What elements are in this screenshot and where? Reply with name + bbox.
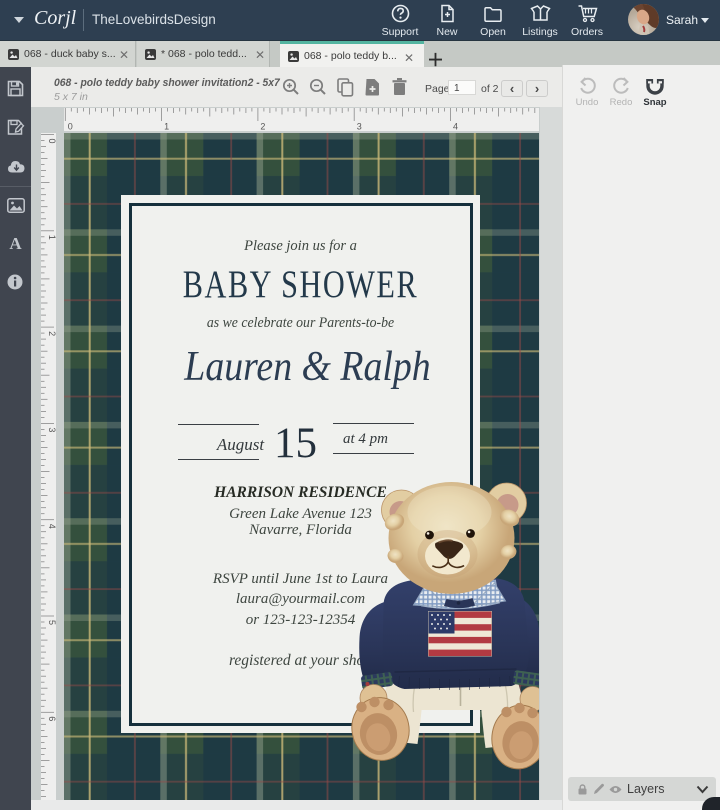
svg-text:4: 4 — [47, 524, 56, 529]
svg-text:4: 4 — [453, 122, 458, 132]
svg-text:6: 6 — [47, 716, 56, 721]
svg-text:2: 2 — [47, 331, 56, 336]
svg-text:5: 5 — [47, 620, 56, 625]
svg-text:0: 0 — [47, 139, 56, 144]
svg-text:0: 0 — [68, 122, 73, 132]
svg-text:A: A — [9, 235, 22, 251]
svg-text:3: 3 — [357, 122, 362, 132]
svg-text:1: 1 — [47, 235, 56, 240]
svg-text:1: 1 — [164, 122, 169, 132]
svg-text:3: 3 — [47, 427, 56, 432]
svg-text:2: 2 — [260, 122, 265, 132]
